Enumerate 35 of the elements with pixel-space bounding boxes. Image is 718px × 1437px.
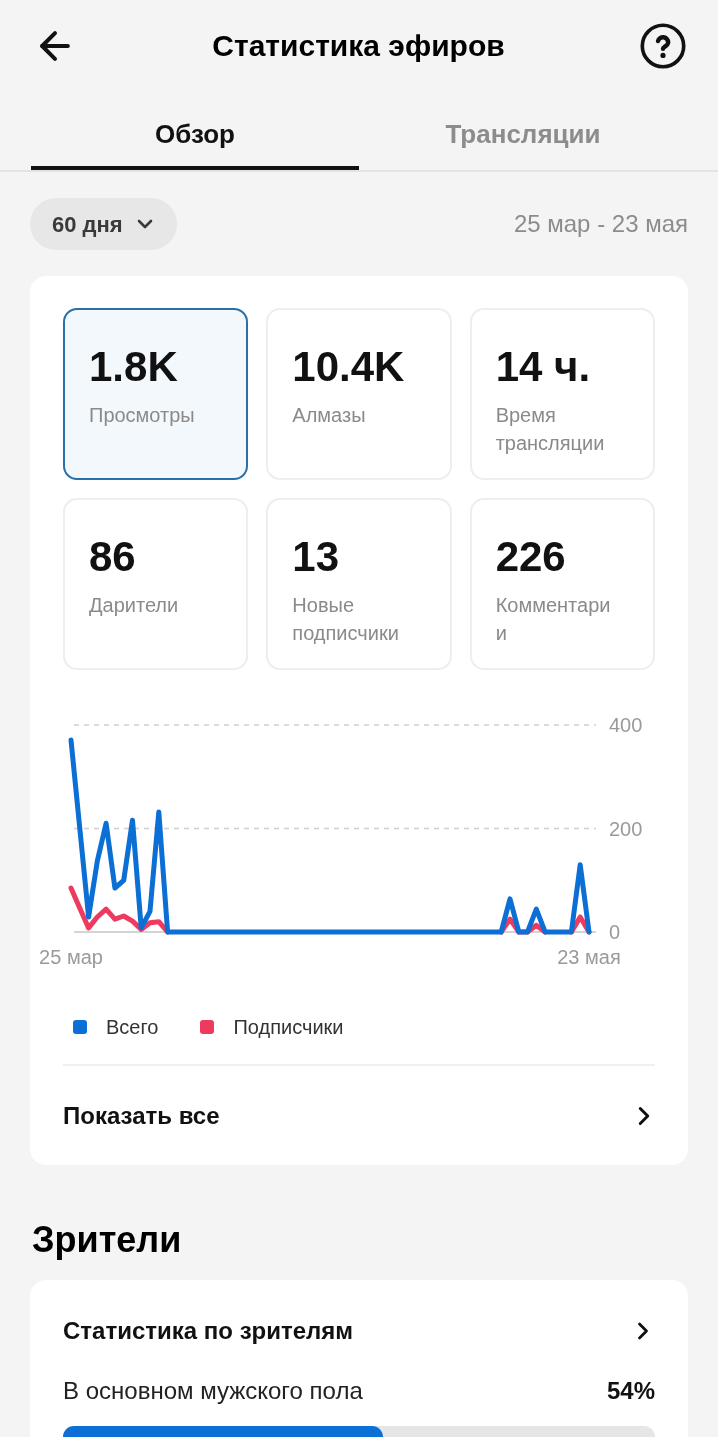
help-icon[interactable] [640, 23, 686, 69]
show-all-button[interactable]: Показать все [63, 1066, 655, 1165]
metric-value: 10.4K [292, 346, 405, 388]
viewer-stats-link[interactable]: Статистика по зрителям [63, 1315, 655, 1347]
metric-card[interactable]: 226 Комментарии [469, 498, 655, 670]
axis-label: 25 мар [39, 946, 103, 968]
metric-label: Просмотры [89, 403, 196, 428]
metric-label: Дарители [89, 593, 180, 618]
metric-label: Новые подписчики [292, 593, 400, 646]
axis-label: 23 мая [557, 946, 621, 968]
metric-card[interactable]: 10.4K Алмазы [266, 308, 452, 480]
axis-label: 200 [609, 817, 643, 840]
metric-label: Комментарии [495, 593, 612, 646]
metric-value: 86 [89, 536, 136, 578]
page-title: Статистика эфиров [212, 28, 505, 64]
metric-label: Алмазы [292, 403, 367, 428]
date-range: 25 мар - 23 мая [513, 209, 688, 239]
metric-card[interactable]: 13 Новые подписчики [266, 498, 452, 670]
period-dropdown[interactable]: 60 дня [30, 198, 177, 250]
gender-label: В основном мужского пола [63, 1376, 363, 1406]
metric-label: Время трансляции [495, 403, 606, 456]
metric-value: 1.8K [89, 346, 178, 388]
metric-value: 13 [292, 536, 340, 578]
metric-card[interactable]: 1.8K Просмотры [63, 308, 249, 480]
gender-percent: 54% [606, 1376, 655, 1406]
legend-label: Подписчики [233, 1015, 344, 1040]
tab[interactable]: Обзор [31, 92, 359, 170]
axis-label: 400 [609, 714, 643, 736]
metric-card[interactable]: 14 ч. Время трансляции [469, 308, 655, 480]
legend-label: Всего [106, 1015, 159, 1040]
metric-card[interactable]: 86 Дарители [63, 498, 249, 670]
axis-label: 0 [609, 921, 621, 943]
metric-value: 226 [495, 536, 566, 578]
section-title: Зрители [31, 1218, 183, 1262]
metric-value: 14 ч. [495, 346, 591, 388]
